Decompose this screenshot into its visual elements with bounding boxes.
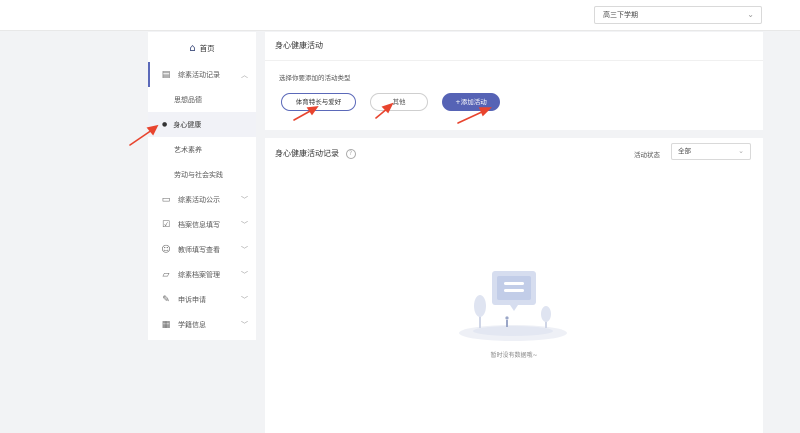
empty-illustration <box>459 271 567 341</box>
sidebar-item-activity-notice[interactable]: ▭ 综素活动公示 ﹀ <box>148 187 256 212</box>
chevron-down-icon: ﹀ <box>241 320 248 329</box>
sidebar-item-student-info[interactable]: ▦ 学籍信息 ﹀ <box>148 312 256 337</box>
sidebar-item-home[interactable]: ⌂ 首页 <box>148 34 256 62</box>
sidebar-item-activity-record[interactable]: ▤ 综素活动记录 ︿ <box>148 62 256 87</box>
form-icon: ☑ <box>161 219 171 230</box>
chip-sports[interactable]: 体育特长与爱好 <box>281 93 356 111</box>
home-icon: ⌂ <box>189 42 196 54</box>
add-activity-button[interactable]: +添加活动 <box>442 93 500 111</box>
chevron-down-icon: ﹀ <box>241 245 248 254</box>
sidebar-subitem-label: 思想品德 <box>174 95 202 104</box>
records-title: 身心健康活动记录 ? <box>275 148 356 159</box>
activity-type-hint: 选择你要添加的活动类型 <box>279 74 351 82</box>
appeal-icon: ✎ <box>162 294 170 305</box>
sidebar-subitem-label: 身心健康 <box>173 120 202 129</box>
term-select-value: 高三下学期 <box>603 11 638 19</box>
activity-type-card: 身心健康活动 选择你要添加的活动类型 体育特长与爱好 其他 +添加活动 <box>265 32 763 130</box>
grid-icon: ▦ <box>161 319 171 330</box>
top-bar: 高三下学期 ⌄ <box>0 0 800 31</box>
sidebar-item-label: 档案信息填写 <box>178 220 220 229</box>
chevron-down-icon: ⌄ <box>747 10 754 19</box>
sidebar-subitem-art[interactable]: 艺术素养 <box>148 137 256 162</box>
sidebar-subitem-health[interactable]: ● 身心健康 <box>148 112 256 137</box>
sidebar-item-label: 综素活动记录 <box>178 70 220 79</box>
sidebar-item-label: 综素活动公示 <box>178 195 220 204</box>
sidebar-item-archive-form[interactable]: ☑ 档案信息填写 ﹀ <box>148 212 256 237</box>
sidebar-item-appeal[interactable]: ✎ 申诉申请 ﹀ <box>148 287 256 312</box>
sidebar-item-label: 申诉申请 <box>178 295 206 304</box>
chevron-down-icon: ﹀ <box>241 295 248 304</box>
chevron-down-icon: ﹀ <box>241 195 248 204</box>
status-select[interactable]: 全部 ⌄ <box>671 143 751 160</box>
sidebar-item-label: 首页 <box>199 43 215 53</box>
sidebar-item-label: 综素档案管理 <box>178 270 220 279</box>
sidebar-item-archive-manage[interactable]: ▱ 综素档案管理 ﹀ <box>148 262 256 287</box>
sidebar-item-label: 学籍信息 <box>178 320 206 329</box>
chevron-down-icon: ﹀ <box>241 220 248 229</box>
records-title-text: 身心健康活动记录 <box>275 149 339 158</box>
activity-records-card: 身心健康活动记录 ? 活动状态 全部 ⌄ 暂时没有数据哦~ <box>265 138 763 433</box>
folder-icon: ▱ <box>162 269 170 280</box>
chevron-up-icon: ︿ <box>241 70 248 79</box>
chevron-down-icon: ﹀ <box>241 270 248 279</box>
empty-state-text: 暂时没有数据哦~ <box>490 352 538 359</box>
status-label: 活动状态 <box>634 151 660 159</box>
term-select[interactable]: 高三下学期 ⌄ <box>594 6 762 24</box>
sidebar-subitem-moral[interactable]: 思想品德 <box>148 87 256 112</box>
sidebar: ⌂ 首页 ▤ 综素活动记录 ︿ 思想品德 ● 身心健康 艺术素养 劳动与社会实践… <box>148 32 256 340</box>
sidebar-item-label: 教师填写查看 <box>178 245 220 254</box>
question-icon[interactable]: ? <box>345 148 356 159</box>
status-select-value: 全部 <box>678 147 691 155</box>
sidebar-item-teacher-view[interactable]: ☺ 教师填写查看 ﹀ <box>148 237 256 262</box>
user-icon: ☺ <box>161 244 171 255</box>
card-title: 身心健康活动 <box>265 32 763 61</box>
sidebar-subitem-labor[interactable]: 劳动与社会实践 <box>148 162 256 187</box>
record-icon: ▤ <box>161 69 171 80</box>
active-dot-icon: ● <box>162 121 168 128</box>
sidebar-subitem-label: 劳动与社会实践 <box>174 170 223 179</box>
chevron-down-icon: ⌄ <box>738 147 744 155</box>
sidebar-subitem-label: 艺术素养 <box>174 145 202 154</box>
notice-icon: ▭ <box>161 194 171 205</box>
chip-other[interactable]: 其他 <box>370 93 428 111</box>
